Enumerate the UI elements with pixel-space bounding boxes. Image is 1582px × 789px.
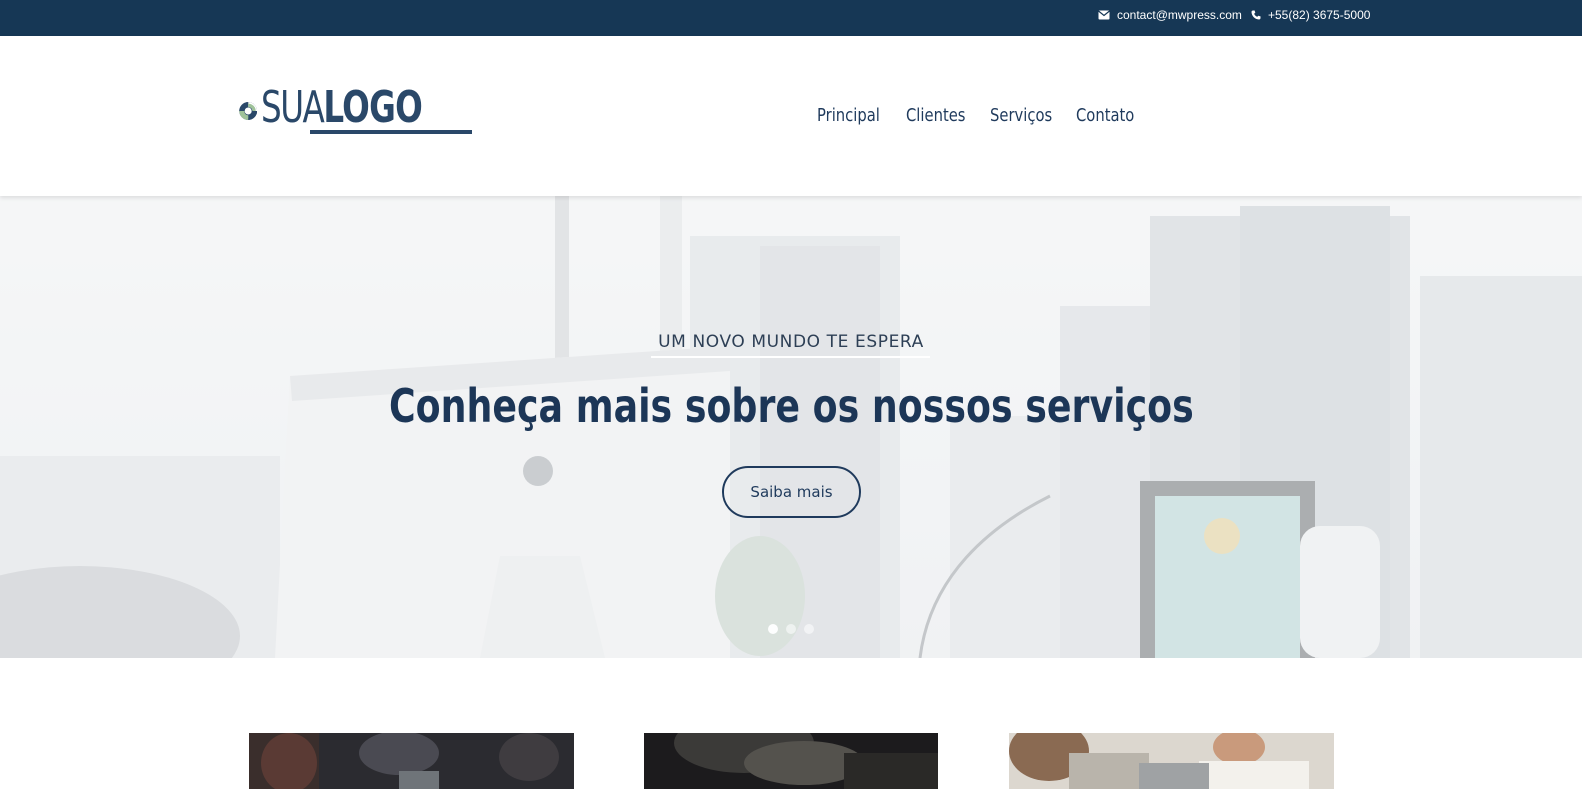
contact-email[interactable]: contact@mwpress.com: [1098, 0, 1242, 30]
hero-slider: UM NOVO MUNDO TE ESPERA Conheça mais sob…: [0, 196, 1582, 658]
nav-item-principal[interactable]: Principal: [817, 104, 880, 128]
logo-word-sua: SUA: [261, 82, 325, 133]
slider-dot-1[interactable]: [768, 624, 778, 634]
nav-item-contato[interactable]: Contato: [1076, 104, 1134, 128]
person-with-laptop-photo: [644, 733, 938, 789]
top-contact-bar: contact@mwpress.com +55(82) 3675-5000: [0, 0, 1582, 36]
slider-dot-2[interactable]: [786, 624, 796, 634]
contact-phone[interactable]: +55(82) 3675-5000: [1251, 0, 1370, 30]
envelope-icon: [1098, 10, 1110, 20]
hero-title-text: Conheça mais sobre os nossos serviços: [388, 379, 1194, 433]
contact-phone-text[interactable]: +55(82) 3675-5000: [1268, 8, 1370, 22]
hero-title: Conheça mais sobre os nossos serviços: [0, 378, 1582, 434]
logo-underline: [310, 130, 472, 134]
slider-dots: [768, 624, 814, 634]
meeting-photo: [1009, 733, 1334, 789]
contact-email-text[interactable]: contact@mwpress.com: [1117, 8, 1242, 22]
service-card-3[interactable]: [1009, 733, 1334, 789]
phone-icon: [1251, 10, 1261, 20]
logo-mark-icon: [239, 102, 258, 120]
slider-dot-3[interactable]: [804, 624, 814, 634]
nav-item-clientes[interactable]: Clientes: [906, 104, 966, 128]
learn-more-button[interactable]: Saiba mais: [722, 466, 861, 518]
logo-word-logo: LOGO: [323, 82, 423, 133]
kicker-underline: [651, 356, 930, 358]
site-logo[interactable]: SUALOGO: [239, 76, 479, 146]
nav-item-servicos[interactable]: Serviços: [990, 104, 1052, 128]
people-working-photo: [249, 733, 574, 789]
site-header: SUALOGO Principal Clientes Serviços Cont…: [0, 36, 1582, 196]
service-card-1[interactable]: [249, 733, 574, 789]
service-card-2[interactable]: [644, 733, 938, 789]
hero-kicker: UM NOVO MUNDO TE ESPERA: [658, 332, 924, 352]
